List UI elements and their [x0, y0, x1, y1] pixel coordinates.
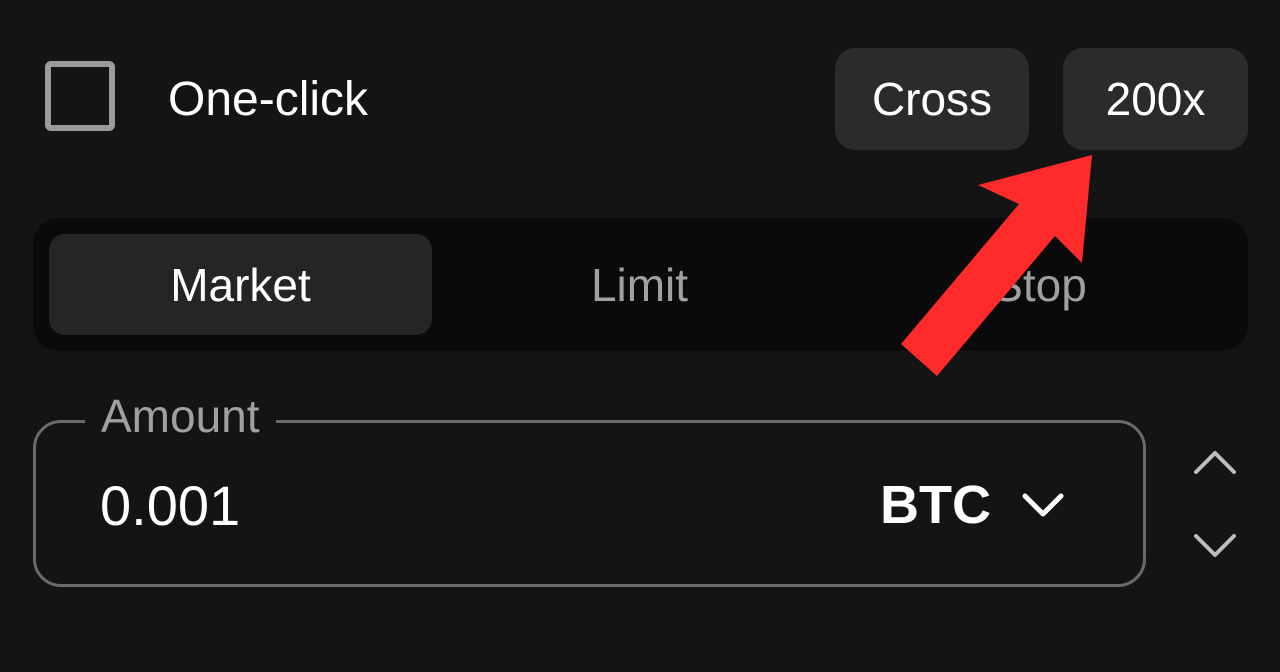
chevron-down-icon [1022, 493, 1064, 517]
tab-market[interactable]: Market [49, 234, 432, 335]
currency-select[interactable]: BTC [880, 470, 1065, 540]
one-click-label[interactable]: One-click [168, 70, 368, 130]
one-click-checkbox[interactable] [45, 61, 115, 131]
tab-limit[interactable]: Limit [448, 234, 831, 335]
chevron-up-icon[interactable] [1190, 444, 1240, 480]
tab-stop[interactable]: Stop [848, 234, 1231, 335]
chevron-down-icon[interactable] [1190, 528, 1240, 564]
leverage-button[interactable]: 200x [1063, 48, 1248, 150]
order-type-tabs: Market Limit Stop [33, 218, 1248, 351]
margin-mode-button[interactable]: Cross [835, 48, 1029, 150]
trade-panel: One-click Cross 200x Market Limit Stop A… [0, 0, 1280, 672]
amount-input[interactable] [100, 474, 600, 538]
amount-label: Amount [85, 388, 276, 444]
currency-label: BTC [880, 475, 991, 535]
